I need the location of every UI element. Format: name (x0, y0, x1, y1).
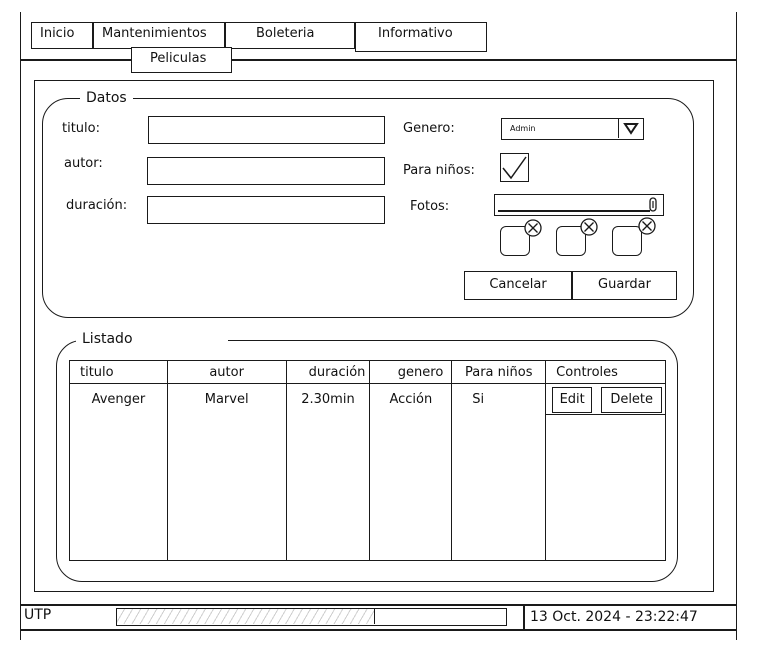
status-progress-fill (117, 609, 375, 624)
para-ninos-label: Para niños: (403, 163, 475, 178)
column-header-genero: genero (369, 360, 453, 384)
column-header-duracion: duración (285, 360, 371, 384)
column-header-titulo: titulo (69, 360, 168, 384)
cell-duracion: 2.30min (285, 383, 371, 414)
fotos-upload-field[interactable] (494, 194, 664, 216)
para-ninos-checkbox[interactable] (500, 153, 529, 182)
status-org: UTP (24, 607, 52, 623)
datos-legend: Datos (80, 90, 133, 106)
status-datetime: 13 Oct. 2024 - 23:22:47 (530, 609, 698, 625)
cell-para-ninos: Si (451, 383, 547, 414)
listado-table: titulo autor duración genero Para niños … (69, 360, 666, 561)
cell-genero: Acción (369, 383, 453, 414)
cell-titulo: Avenger (69, 383, 168, 414)
remove-photo-icon[interactable] (580, 218, 598, 236)
column-header-controles: Controles (545, 360, 666, 384)
column-header-para-ninos: Para niños (451, 360, 547, 384)
cancel-button[interactable]: Cancelar (464, 271, 572, 300)
triangle-down-icon (623, 123, 639, 135)
checkmark-icon (502, 156, 527, 180)
table-row[interactable]: Avenger Marvel 2.30min Acción Si Edit De… (69, 383, 666, 415)
fotos-label: Fotos: (410, 199, 450, 214)
cell-autor: Marvel (166, 383, 287, 414)
table-empty-row (69, 413, 666, 561)
upload-track (498, 210, 650, 212)
autor-input[interactable] (147, 157, 385, 185)
genero-dropdown-button[interactable] (618, 119, 643, 138)
listado-legend: Listado (76, 331, 228, 347)
genero-select[interactable]: Admin (501, 118, 644, 140)
duracion-label: duración: (66, 198, 128, 213)
paperclip-icon (649, 197, 657, 212)
status-separator (523, 604, 525, 630)
cell-controles: Edit Delete (545, 383, 666, 415)
genero-label: Genero: (403, 121, 455, 136)
table-header-row: titulo autor duración genero Para niños … (69, 360, 666, 384)
edit-button[interactable]: Edit (552, 387, 593, 413)
save-button[interactable]: Guardar (572, 271, 677, 300)
genero-value: Admin (510, 124, 536, 133)
status-divider-top (20, 604, 737, 606)
autor-label: autor: (64, 156, 103, 171)
titulo-label: titulo: (62, 121, 100, 136)
remove-photo-icon[interactable] (524, 219, 542, 237)
status-divider-bottom (20, 629, 737, 631)
column-header-autor: autor (166, 360, 287, 384)
remove-photo-icon[interactable] (638, 217, 656, 235)
titulo-input[interactable] (148, 116, 385, 144)
duracion-input[interactable] (147, 196, 385, 224)
delete-button[interactable]: Delete (601, 387, 663, 413)
status-progress-bar (116, 608, 507, 626)
